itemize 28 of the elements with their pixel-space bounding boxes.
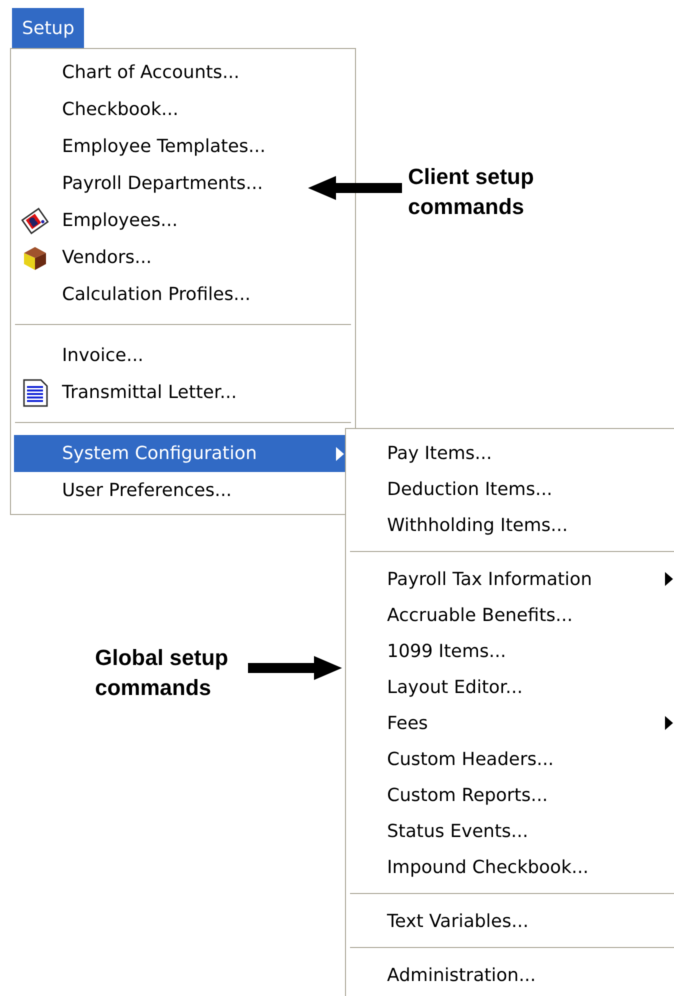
menu-item[interactable]: Text Variables... bbox=[349, 903, 529, 939]
menu-item[interactable]: Calculation Profiles... bbox=[14, 276, 251, 313]
menu-item[interactable]: Payroll Departments... bbox=[14, 165, 263, 202]
menu-item[interactable]: Payroll Tax Information bbox=[349, 561, 674, 597]
menu-item[interactable]: 1099 Items... bbox=[349, 633, 506, 669]
menu-item[interactable]: Employees... bbox=[14, 202, 178, 239]
menu-item[interactable]: Status Events... bbox=[349, 813, 528, 849]
menu-item[interactable]: Checkbook... bbox=[14, 91, 178, 128]
menu-bar-item[interactable]: Setup bbox=[12, 8, 84, 48]
menu-item[interactable]: Deduction Items... bbox=[349, 471, 552, 507]
menu-item[interactable]: Withholding Items... bbox=[349, 507, 568, 543]
menu-item[interactable]: Vendors... bbox=[14, 239, 152, 276]
menu-item[interactable]: Custom Reports... bbox=[349, 777, 548, 813]
menu-item[interactable]: User Preferences... bbox=[14, 472, 232, 509]
menu-item[interactable]: Accruable Benefits... bbox=[349, 597, 573, 633]
menu-item[interactable]: Pay Items... bbox=[349, 435, 492, 471]
menu-item[interactable]: Fees bbox=[349, 705, 674, 741]
menu-item[interactable]: Layout Editor... bbox=[349, 669, 523, 705]
callout-text: Client setup commands bbox=[408, 163, 535, 221]
menu-item[interactable]: Chart of Accounts... bbox=[14, 54, 240, 91]
menu-item[interactable]: Impound Checkbook... bbox=[349, 849, 589, 885]
menu-item[interactable]: Invoice... bbox=[14, 337, 144, 374]
menu-item[interactable]: Transmittal Letter... bbox=[14, 374, 237, 411]
document-icon bbox=[21, 378, 49, 408]
menu-item[interactable]: Administration... bbox=[349, 957, 536, 993]
menu-item[interactable]: Custom Headers... bbox=[349, 741, 554, 777]
callout-text: Global setup commands bbox=[95, 644, 230, 702]
menu-item[interactable]: Employee Templates... bbox=[14, 128, 266, 165]
